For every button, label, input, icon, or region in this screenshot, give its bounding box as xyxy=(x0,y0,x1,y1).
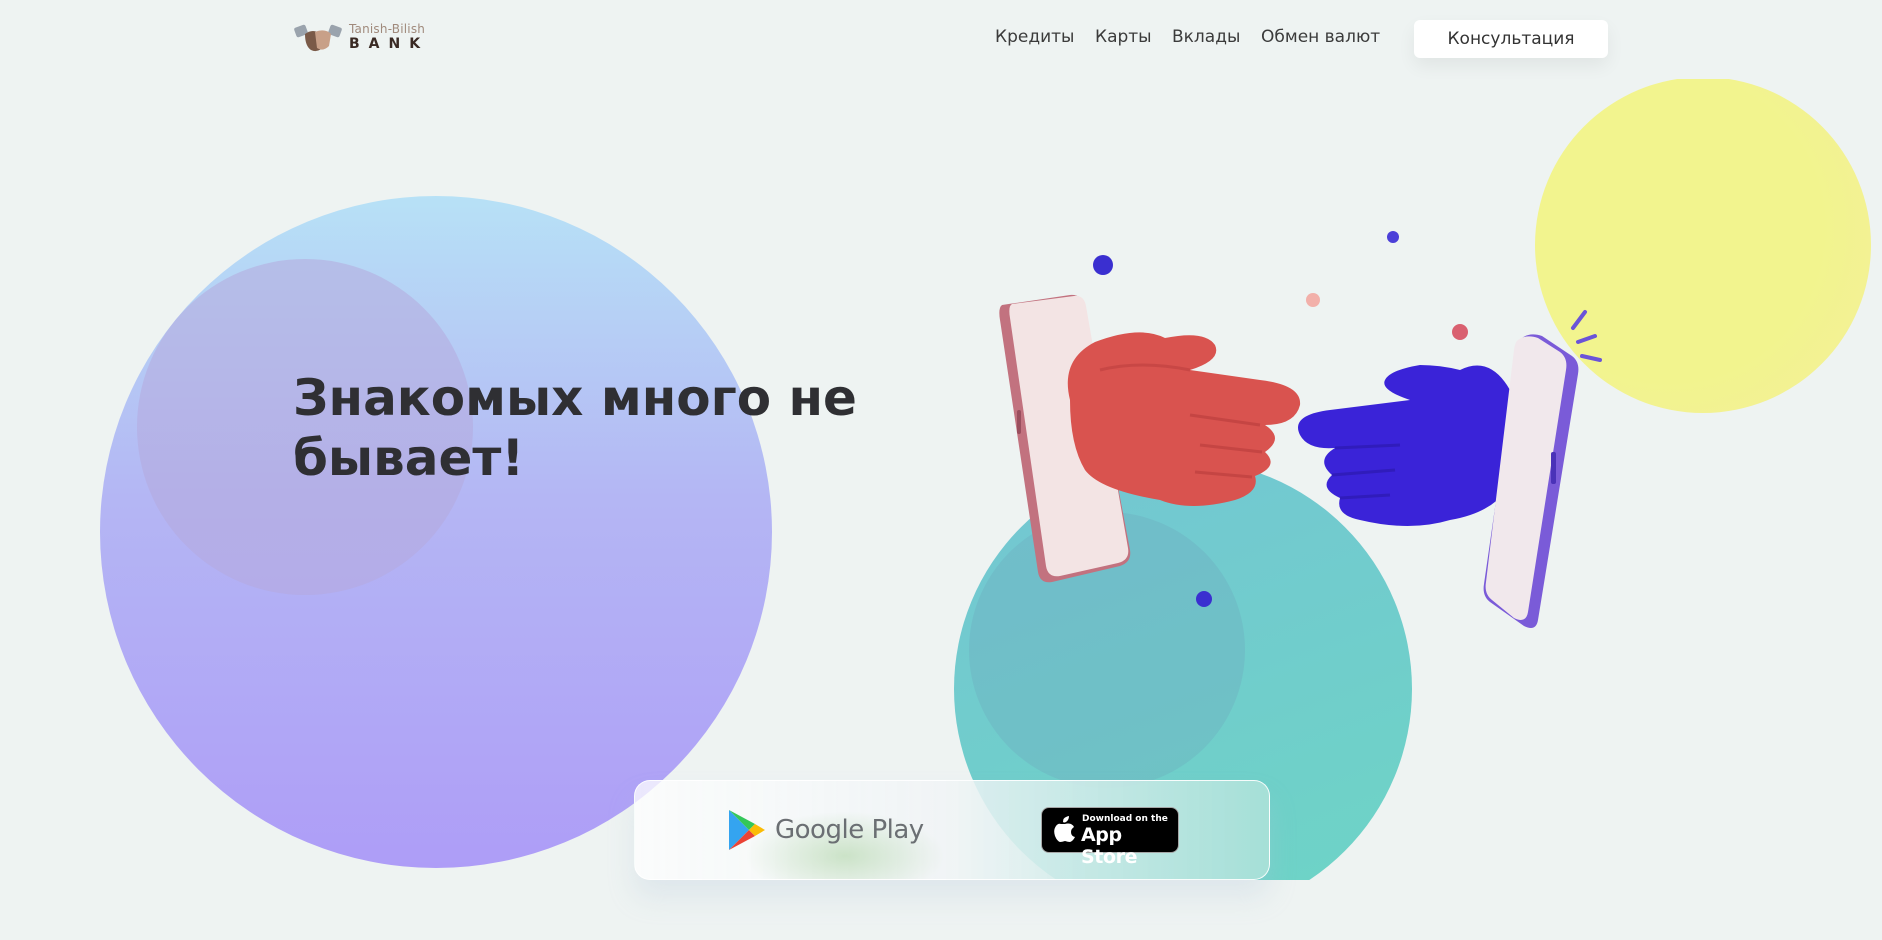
dot xyxy=(1387,231,1399,243)
app-store-small-label: Download on the xyxy=(1082,814,1168,824)
red-hand xyxy=(1067,332,1301,506)
dot xyxy=(1196,591,1212,607)
google-play-icon xyxy=(729,810,765,850)
hero-title-line2: бывает! xyxy=(293,429,525,487)
nav-item-deposits[interactable]: Вклады xyxy=(1172,27,1240,47)
brand-name-bottom: BANK xyxy=(349,36,430,52)
nav-item-currency-exchange[interactable]: Обмен валют xyxy=(1261,27,1380,47)
nav-item-credits[interactable]: Кредиты xyxy=(995,27,1074,47)
hands-phones-illustration xyxy=(999,231,1602,628)
hero-title-line1: Знакомых много не xyxy=(293,369,857,427)
google-play-label: Google Play xyxy=(775,815,924,845)
hero-title: Знакомых много не бывает! xyxy=(293,368,893,488)
blue-hand xyxy=(1298,365,1522,526)
dot xyxy=(1452,324,1468,340)
consultation-button[interactable]: Консультация xyxy=(1414,20,1608,58)
nav-item-cards[interactable]: Карты xyxy=(1095,27,1152,47)
dot xyxy=(1093,255,1113,275)
google-play-button[interactable]: Google Play xyxy=(727,807,924,853)
handshake-logo-icon xyxy=(294,24,342,52)
teal-circle-mask xyxy=(940,880,1420,940)
apple-icon xyxy=(1054,816,1075,842)
brand-name-top: Tanish-Bilish xyxy=(349,22,426,36)
app-store-big-label: App Store xyxy=(1081,824,1138,868)
brand-logo[interactable]: Tanish-Bilish BANK xyxy=(293,18,433,58)
dot xyxy=(1306,293,1320,307)
app-store-bar: Google Play Download on the App Store xyxy=(634,780,1270,880)
app-store-button[interactable]: Download on the App Store xyxy=(1041,807,1179,868)
